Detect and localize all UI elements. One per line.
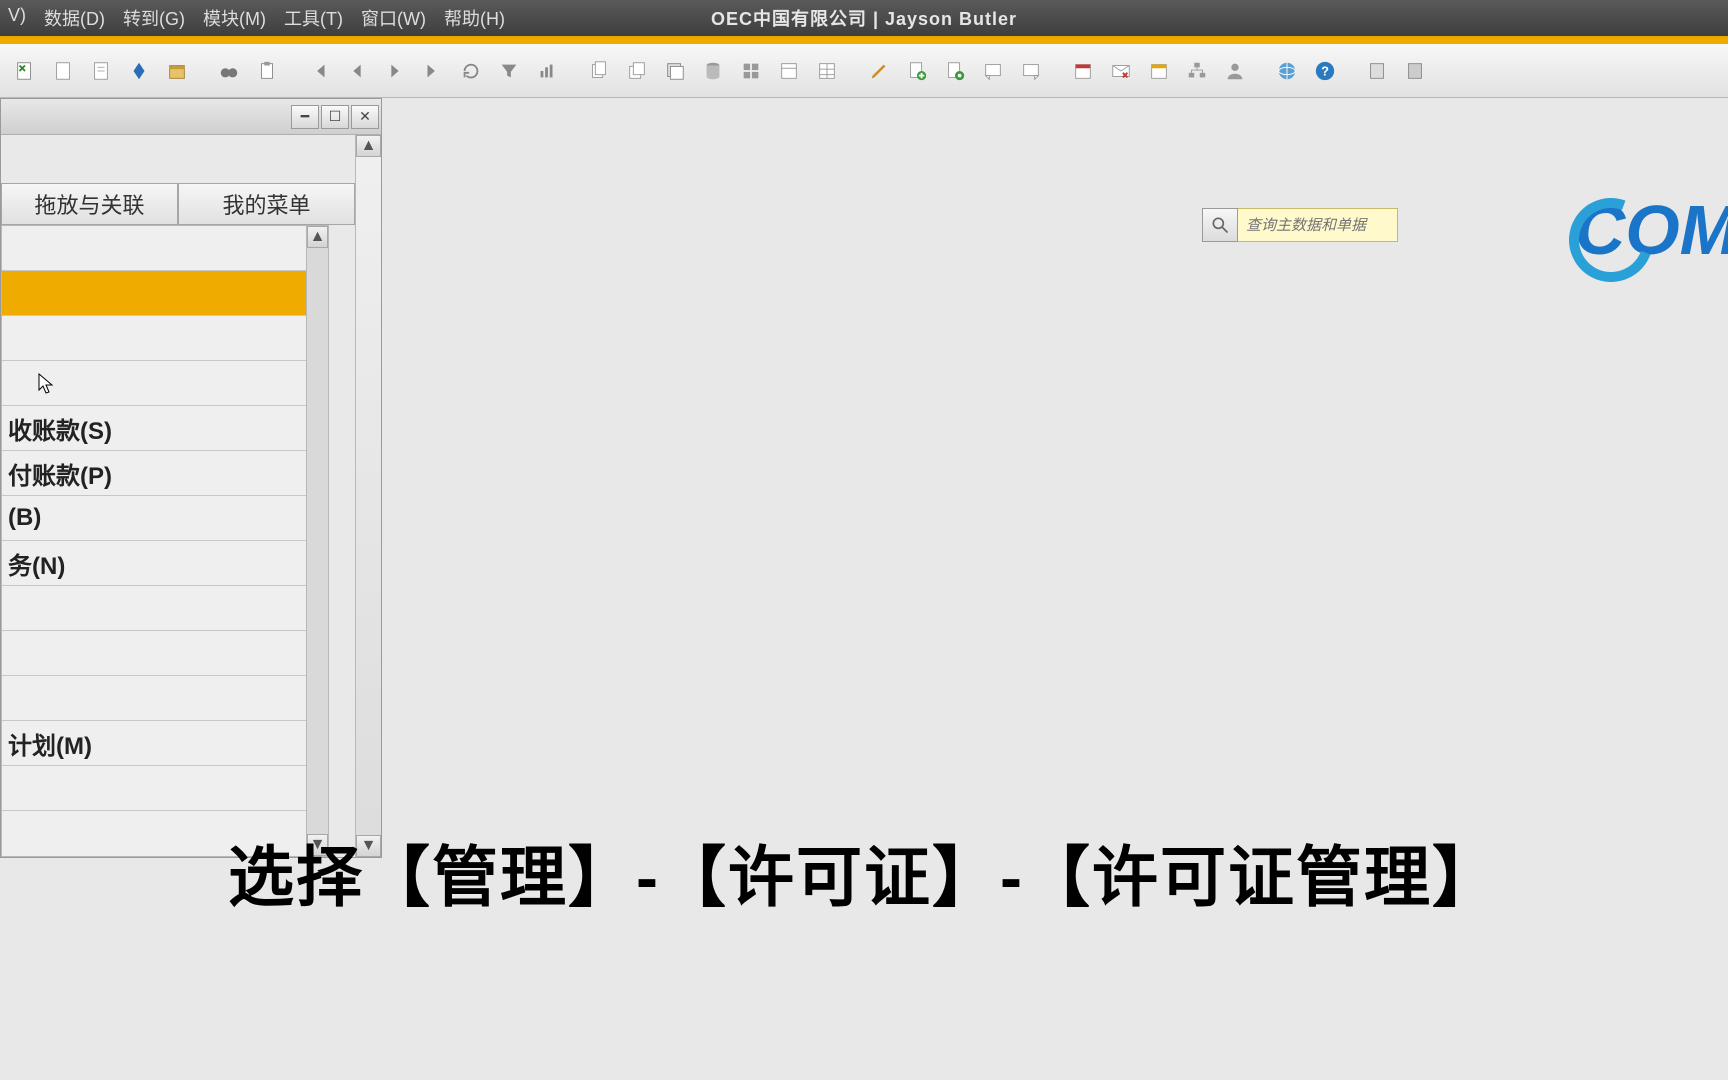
module-row-ar[interactable]: 收账款(S): [2, 406, 328, 451]
table-icon[interactable]: [810, 54, 844, 88]
doc-icon[interactable]: [46, 54, 80, 88]
copy2-icon[interactable]: [620, 54, 654, 88]
note-icon[interactable]: [976, 54, 1010, 88]
layers-icon[interactable]: [658, 54, 692, 88]
calendar2-icon[interactable]: [1142, 54, 1176, 88]
grid-icon[interactable]: [734, 54, 768, 88]
next-icon[interactable]: [378, 54, 412, 88]
globe-icon[interactable]: [1270, 54, 1304, 88]
refresh-icon[interactable]: [454, 54, 488, 88]
minimize-button[interactable]: ━: [291, 105, 319, 129]
mdi-area: COM ━ ☐ ✕ 拖放与关联 我的菜单 收账款(S) 付账款(P): [0, 98, 1728, 1080]
last-icon[interactable]: [416, 54, 450, 88]
scroll-down-icon[interactable]: ▼: [356, 835, 381, 857]
panel-titlebar: ━ ☐ ✕: [1, 99, 381, 135]
menu-data[interactable]: 数据(D): [44, 5, 105, 31]
module-row-mrp[interactable]: 计划(M): [2, 721, 328, 766]
menu-window[interactable]: 窗口(W): [361, 5, 426, 31]
copy-icon[interactable]: [582, 54, 616, 88]
calendar-icon[interactable]: [1066, 54, 1100, 88]
maximize-button[interactable]: ☐: [321, 105, 349, 129]
new-doc-icon[interactable]: [900, 54, 934, 88]
page-icon[interactable]: [84, 54, 118, 88]
mail-x-icon[interactable]: [1104, 54, 1138, 88]
menu-view[interactable]: V): [8, 5, 26, 31]
module-row[interactable]: [2, 226, 328, 271]
module-scrollbar[interactable]: ▲ ▼: [306, 226, 328, 856]
db-icon[interactable]: [696, 54, 730, 88]
scroll-track[interactable]: [307, 248, 328, 834]
chart-icon[interactable]: [530, 54, 564, 88]
form-icon[interactable]: [772, 54, 806, 88]
diamond-icon[interactable]: [122, 54, 156, 88]
filter-icon[interactable]: [492, 54, 526, 88]
panel-scrollbar[interactable]: ▲ ▼: [355, 135, 381, 857]
brand-watermark: COM: [1575, 190, 1728, 270]
search-input[interactable]: [1238, 208, 1398, 242]
scroll-down-icon[interactable]: ▼: [307, 834, 328, 856]
module-list: 收账款(S) 付账款(P) (B) 务(N) 计划(M) ▲ ▼: [1, 225, 329, 857]
module-row[interactable]: [2, 361, 328, 406]
toolbar: ?: [0, 44, 1728, 98]
scroll-up-icon[interactable]: ▲: [307, 226, 328, 248]
titlebar: V) 数据(D) 转到(G) 模块(M) 工具(T) 窗口(W) 帮助(H) O…: [0, 0, 1728, 38]
org-icon[interactable]: [1180, 54, 1214, 88]
module-row[interactable]: [2, 676, 328, 721]
help-icon[interactable]: ?: [1308, 54, 1342, 88]
module-row[interactable]: [2, 631, 328, 676]
svg-text:?: ?: [1321, 63, 1329, 78]
pencil-icon[interactable]: [862, 54, 896, 88]
module-row-b[interactable]: (B): [2, 496, 328, 541]
module-row-selected[interactable]: [2, 271, 328, 316]
module-row-ap[interactable]: 付账款(P): [2, 451, 328, 496]
tab-drag-link[interactable]: 拖放与关联: [1, 183, 178, 225]
module-row[interactable]: [2, 766, 328, 811]
book2-icon[interactable]: [1398, 54, 1432, 88]
doc-gear-icon[interactable]: [938, 54, 972, 88]
panel-tabs: 拖放与关联 我的菜单: [1, 183, 355, 225]
doc-x-icon[interactable]: [8, 54, 42, 88]
menu-tools[interactable]: 工具(T): [284, 5, 343, 31]
tab-my-menu[interactable]: 我的菜单: [178, 183, 355, 225]
book-icon[interactable]: [1360, 54, 1394, 88]
menu-goto[interactable]: 转到(G): [123, 5, 185, 31]
prev-icon[interactable]: [340, 54, 374, 88]
binoculars-icon[interactable]: [212, 54, 246, 88]
package-icon[interactable]: [160, 54, 194, 88]
module-row[interactable]: [2, 316, 328, 361]
module-row[interactable]: [2, 586, 328, 631]
search-button[interactable]: [1202, 208, 1238, 242]
menu-bar: V) 数据(D) 转到(G) 模块(M) 工具(T) 窗口(W) 帮助(H): [8, 5, 505, 31]
module-row-n[interactable]: 务(N): [2, 541, 328, 586]
main-menu-panel: ━ ☐ ✕ 拖放与关联 我的菜单 收账款(S) 付账款(P) (B) 务(N): [0, 98, 382, 858]
close-button[interactable]: ✕: [351, 105, 379, 129]
search-bar: [1202, 208, 1398, 242]
person-icon[interactable]: [1218, 54, 1252, 88]
clipboard-icon[interactable]: [250, 54, 284, 88]
note2-icon[interactable]: [1014, 54, 1048, 88]
menu-help[interactable]: 帮助(H): [444, 5, 505, 31]
scroll-up-icon[interactable]: ▲: [356, 135, 381, 157]
first-icon[interactable]: [302, 54, 336, 88]
menu-module[interactable]: 模块(M): [203, 5, 266, 31]
